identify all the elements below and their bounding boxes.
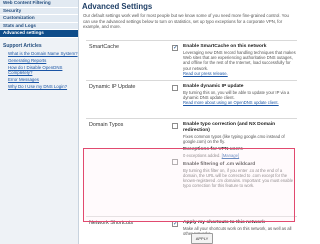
support-link-dns-login[interactable]: Why Do I Use my DNS Login? <box>8 84 78 90</box>
smartcache-press-link[interactable]: Read our press release. <box>183 71 296 76</box>
support-link-reports[interactable]: Generating Reports <box>8 58 78 64</box>
divider <box>86 40 297 41</box>
highlight-box <box>83 148 295 222</box>
smartcache-desc: Leveraging new DNS record handling techn… <box>183 50 296 71</box>
support-link-dns[interactable]: What is the Domain Name System? <box>8 51 78 57</box>
domain-typos-label: Domain Typos <box>89 122 124 128</box>
smartcache-label: SmartCache <box>89 44 119 50</box>
divider <box>86 80 297 81</box>
typo-correction-checkbox[interactable] <box>172 123 178 129</box>
sidebar: Web Content Filtering Security Customiza… <box>0 0 79 244</box>
sidebar-item-advanced-settings[interactable]: Advanced settings <box>0 30 78 38</box>
intro-text: Our default settings work well for most … <box>83 13 289 30</box>
page-title: Advanced Settings <box>82 2 153 11</box>
network-shortcuts-section: Network Shortcuts Apply my shortcuts to … <box>81 220 298 236</box>
apply-button[interactable]: APPLY <box>191 233 213 244</box>
typo-correction-desc: Fixes common typos (like typing google.c… <box>183 134 285 145</box>
divider <box>86 118 297 119</box>
dynamic-ip-section: Dynamic IP Update Enable dynamic IP upda… <box>81 84 298 112</box>
support-links-list: What is the Domain Name System? Generati… <box>0 51 78 89</box>
typo-correction-option: Enable typo correction (and NX Domain re… <box>183 122 276 133</box>
support-link-errors[interactable]: Error Messages <box>8 77 78 83</box>
smartcache-section: SmartCache Enable SmartCache on this net… <box>81 44 298 78</box>
dynamic-ip-label: Dynamic IP Update <box>89 84 136 90</box>
dynamic-ip-desc: By turning this on, you will be able to … <box>183 90 290 101</box>
sidebar-item-customization[interactable]: Customization <box>0 15 78 23</box>
smartcache-checkbox[interactable] <box>172 44 178 51</box>
dynamic-ip-link[interactable]: Read more about using an OpenDNS update … <box>183 100 296 105</box>
sidebar-item-web-content-filtering[interactable]: Web Content Filtering <box>0 0 78 8</box>
support-articles-heading: Support Articles <box>3 42 42 49</box>
sidebar-item-security[interactable]: Security <box>0 7 78 16</box>
support-link-disable[interactable]: How do I Disable OpenDNS Completely? <box>8 65 78 76</box>
dynamic-ip-checkbox[interactable] <box>172 85 178 91</box>
sidebar-item-stats-and-logs[interactable]: Stats and Logs <box>0 22 78 31</box>
